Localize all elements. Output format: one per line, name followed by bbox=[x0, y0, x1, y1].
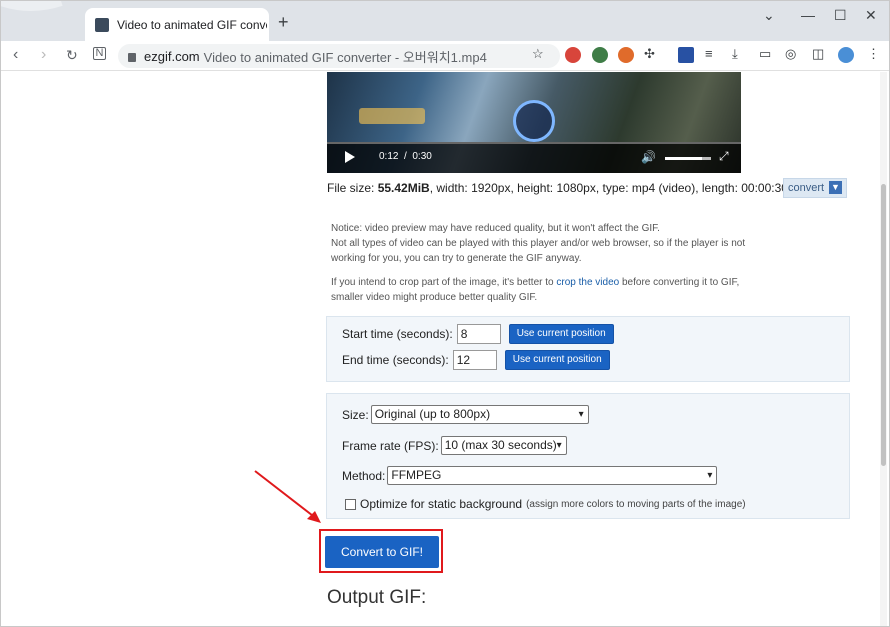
menu-kebab-icon[interactable]: ⋮ bbox=[867, 46, 880, 62]
optimize-note: (assign more colors to moving parts of t… bbox=[526, 498, 746, 510]
reader-mode-icon[interactable]: N bbox=[93, 47, 106, 60]
extension-color-icon[interactable] bbox=[618, 47, 634, 63]
video-player[interactable]: 0:12 / 0:30 🔊 ⤢ bbox=[327, 72, 741, 173]
optimize-label: Optimize for static background bbox=[360, 497, 523, 511]
end-time-input[interactable]: 12 bbox=[452, 350, 497, 370]
file-size: 55.42MiB bbox=[377, 181, 430, 195]
bookmark-star-icon[interactable]: ☆ bbox=[532, 46, 544, 62]
annotation-arrow-icon bbox=[254, 470, 321, 523]
fullscreen-icon[interactable]: ⤢ bbox=[719, 149, 729, 164]
cast-icon[interactable]: ▭ bbox=[759, 46, 771, 62]
use-current-start-button[interactable]: Use current position bbox=[508, 324, 614, 344]
use-current-end-button[interactable]: Use current position bbox=[504, 350, 610, 370]
url-page-title: Video to animated GIF converter - 오버워치1.… bbox=[203, 49, 487, 65]
tab-active[interactable]: Video to animated GIF converter bbox=[85, 8, 269, 41]
size-select[interactable]: Original (up to 800px) ▾ bbox=[370, 405, 589, 424]
chevron-down-icon: ▾ bbox=[707, 470, 713, 481]
minimize-icon[interactable]: — bbox=[801, 7, 815, 23]
back-icon[interactable]: ‹ bbox=[13, 45, 18, 65]
video-controls: 0:12 / 0:30 🔊 ⤢ bbox=[327, 144, 741, 173]
video-time: 0:12 / 0:30 bbox=[379, 151, 432, 162]
scrollbar-thumb[interactable] bbox=[881, 184, 886, 466]
optimize-row: Optimize for static background (assign m… bbox=[345, 497, 746, 511]
options-panel: Size: Original (up to 800px) ▾ Frame rate… bbox=[326, 393, 850, 519]
video-frame-emblem bbox=[513, 100, 555, 142]
fps-row: Frame rate (FPS): 10 (max 30 seconds) ▾ bbox=[342, 436, 567, 455]
crop-video-link[interactable]: crop the video bbox=[556, 277, 619, 288]
file-info: File size: 55.42MiB, width: 1920px, heig… bbox=[327, 181, 788, 195]
extension-flag-icon[interactable] bbox=[678, 47, 694, 63]
chevron-down-icon: ▾ bbox=[578, 409, 584, 420]
tab-title: Video to animated GIF converter bbox=[117, 17, 267, 32]
close-icon[interactable]: ✕ bbox=[865, 7, 877, 24]
lock-icon bbox=[128, 52, 136, 62]
convert-to-gif-button[interactable]: Convert to GIF! bbox=[325, 536, 439, 568]
start-time-input[interactable]: 8 bbox=[456, 324, 501, 344]
browser-toolbar: ‹ › ↻ N ezgif.com Video to animated GIF … bbox=[1, 41, 889, 71]
maximize-icon[interactable]: ☐ bbox=[834, 7, 847, 24]
browser-window: Video to animated GIF converter + ⌄ — ☐ … bbox=[0, 0, 890, 627]
extension-puzzle-icon[interactable]: ✣ bbox=[644, 46, 655, 62]
window-decoration bbox=[1, 1, 71, 41]
video-frame-hud bbox=[359, 108, 425, 124]
page-scrollbar[interactable] bbox=[880, 72, 887, 626]
url-host: ezgif.com bbox=[144, 48, 200, 64]
extension-shield-icon[interactable] bbox=[592, 47, 608, 63]
extension-red-icon[interactable] bbox=[565, 47, 581, 63]
notice-text: Notice: video preview may have reduced q… bbox=[331, 223, 746, 303]
fps-select[interactable]: 10 (max 30 seconds) ▾ bbox=[440, 436, 567, 455]
title-bar: Video to animated GIF converter + ⌄ — ☐ … bbox=[1, 1, 889, 41]
reading-list-icon[interactable]: ≡ bbox=[705, 46, 713, 61]
optimize-checkbox[interactable] bbox=[345, 498, 356, 510]
end-time-row: End time (seconds): 12 Use current posit… bbox=[342, 350, 610, 370]
method-row: Method: FFMPEG ▾ bbox=[342, 466, 718, 485]
ezgif-favicon-icon bbox=[95, 17, 109, 32]
side-panel-icon[interactable]: ◫ bbox=[812, 46, 824, 62]
timing-panel: Start time (seconds): 8 Use current posi… bbox=[326, 316, 850, 382]
play-icon[interactable] bbox=[345, 151, 355, 163]
tab-search-icon[interactable]: ⌄ bbox=[763, 7, 775, 24]
volume-icon[interactable]: 🔊 bbox=[641, 150, 656, 164]
convert-link[interactable]: convert ▼ bbox=[783, 178, 847, 198]
screenshot-icon[interactable]: ◎ bbox=[785, 46, 796, 62]
reload-icon[interactable]: ↻ bbox=[66, 45, 78, 65]
profile-avatar[interactable] bbox=[838, 47, 854, 63]
size-row: Size: Original (up to 800px) ▾ bbox=[342, 405, 589, 424]
start-time-row: Start time (seconds): 8 Use current posi… bbox=[342, 324, 614, 344]
download-icon[interactable]: ⤓ bbox=[732, 46, 738, 62]
forward-icon[interactable]: › bbox=[41, 45, 46, 65]
new-tab-button[interactable]: + bbox=[278, 12, 289, 32]
output-gif-heading: Output GIF: bbox=[327, 587, 427, 608]
download-arrow-icon: ▼ bbox=[829, 181, 842, 194]
volume-slider[interactable] bbox=[665, 157, 711, 160]
method-select[interactable]: FFMPEG ▾ bbox=[387, 466, 718, 485]
chevron-down-icon: ▾ bbox=[556, 440, 562, 451]
address-bar[interactable]: ezgif.com Video to animated GIF converte… bbox=[118, 44, 560, 68]
